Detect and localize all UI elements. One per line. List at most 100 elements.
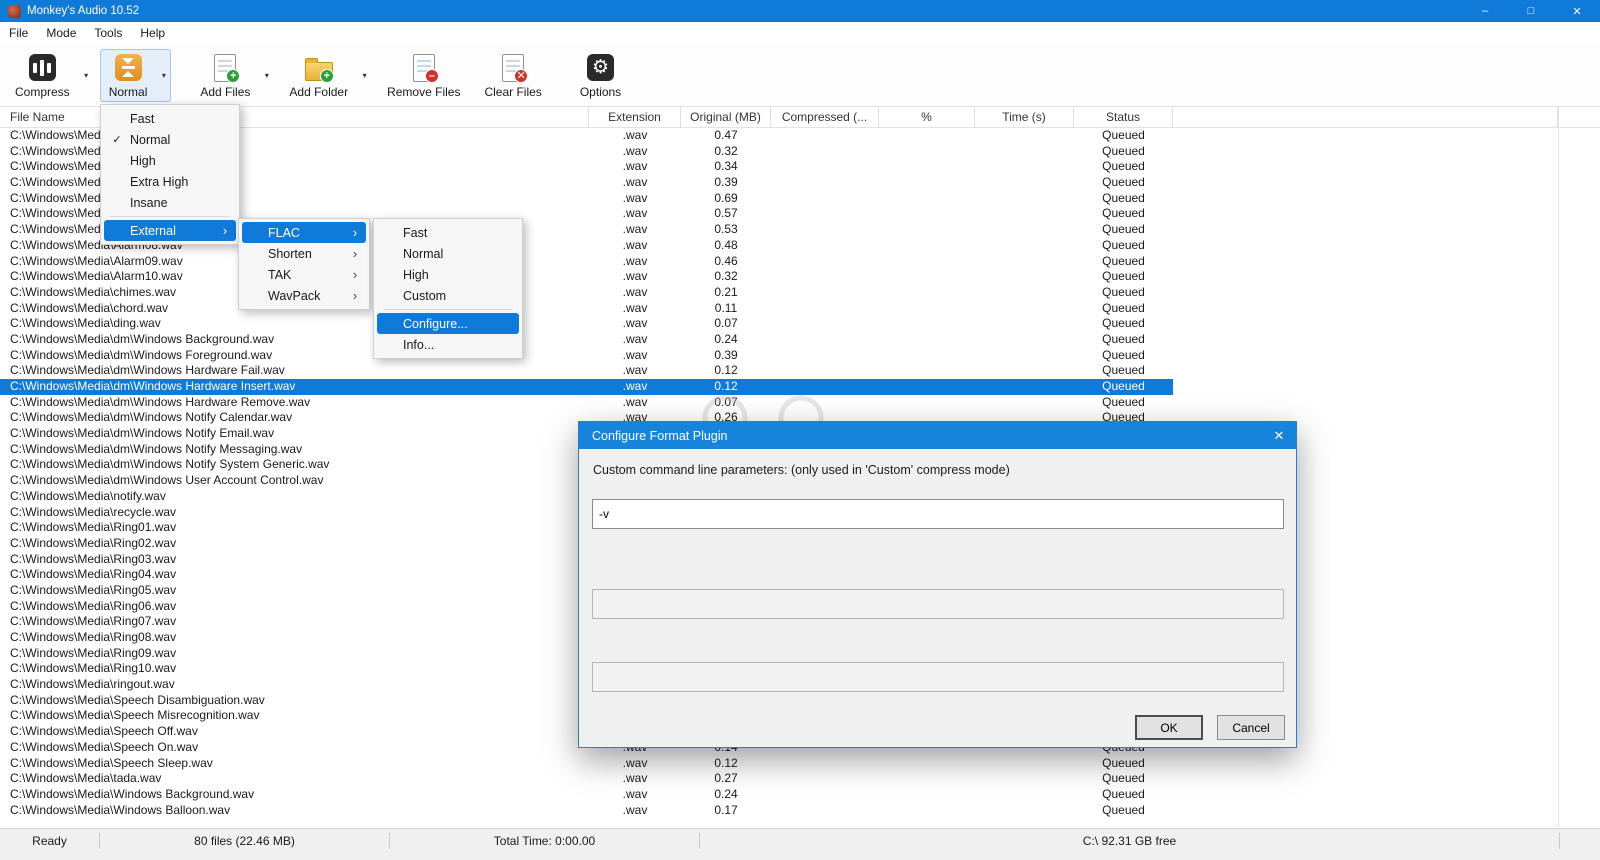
cell-percent [879,301,975,317]
cell-filler [1173,175,1558,191]
cell-percent [879,787,975,803]
cell-filler-end [1558,708,1600,724]
cell-percent [879,238,975,254]
flac-submenu: Fast Normal High Custom Configure... Info... [373,218,523,359]
cell-extension: .wav [622,755,648,770]
menu-item-high[interactable]: High [104,150,236,171]
cell-file-name: C:\Windows\Media\Alarm03.wav [10,159,183,174]
table-row[interactable]: C:\Windows\Media\Windows Balloon.wav .wav… [0,803,1600,819]
menubar-item-file[interactable]: File [0,22,37,44]
menu-item-normal[interactable]: ✓ Normal [104,129,236,150]
menu-item-high[interactable]: High [377,264,519,285]
column-header-original-mb[interactable]: Original (MB) [681,107,771,127]
table-row[interactable]: C:\Windows\Media\Alarm01.wav .wav 0.47 Queu… [0,128,1600,144]
menu-item-fast[interactable]: Fast [377,222,519,243]
cell-file-name: C:\Windows\Media\Ring07.wav [10,614,177,629]
dialog-instruction-label: Custom command line parameters: (only us… [593,463,1010,477]
dialog-titlebar[interactable]: Configure Format Plugin ✕ [579,422,1296,449]
table-row[interactable]: C:\Windows\Media\Alarm04.wav .wav 0.39 Queu… [0,175,1600,191]
toolbar-button-normal[interactable]: Normal [100,49,157,102]
column-header-compressed[interactable]: Compressed (... [771,107,879,127]
cell-extension: .wav [622,347,648,362]
cell-compressed [771,191,879,207]
column-header-extension[interactable]: Extension [589,107,681,127]
cell-time [975,144,1074,160]
menubar-item-mode[interactable]: Mode [37,22,85,44]
menu-item-tak[interactable]: TAK › [242,264,366,285]
parameters-input-2[interactable] [592,589,1284,619]
minimize-button[interactable]: – [1462,0,1508,22]
dialog-close-icon[interactable]: ✕ [1262,428,1296,444]
column-header-time-s[interactable]: Time (s) [975,107,1074,127]
menu-item-fast[interactable]: Fast [104,108,236,129]
cell-filler [1173,316,1558,332]
table-row[interactable]: C:\Windows\Media\Speech Sleep.wav .wav 0.1… [0,756,1600,772]
column-header-file-name[interactable]: File Name [0,107,589,127]
cell-compressed [771,787,879,803]
toolbar-button-remove-files[interactable]: – Remove Files [378,49,469,102]
table-row[interactable]: C:\Windows\Media\Alarm03.wav .wav 0.34 Queu… [0,159,1600,175]
column-header-item[interactable]: % [879,107,975,127]
cell-file-name: C:\Windows\Media\Alarm05.wav [10,190,183,205]
close-button[interactable]: ✕ [1554,0,1600,22]
toolbar-dropdown-arrow-icon[interactable]: ▾ [156,49,171,102]
toolbar-button-options[interactable]: ⚙ Options [571,49,630,102]
menu-item-flac[interactable]: FLAC › [242,222,366,243]
menu-item-label: Info... [403,337,435,352]
menu-item-label: Normal [403,246,444,261]
table-row[interactable]: C:\Windows\Media\ding.wav .wav 0.07 Queued [0,316,1600,332]
cell-time [975,756,1074,772]
cell-extension: .wav [622,300,648,315]
menu-item-custom[interactable]: Custom [377,285,519,306]
cell-percent [879,222,975,238]
cell-file-name: C:\Windows\Media\dm\Windows Notify Syste… [10,457,330,472]
cell-file-name: C:\Windows\Media\Speech Misrecognition.w… [10,708,260,723]
toolbar-dropdown-arrow-icon[interactable]: ▾ [259,49,274,102]
table-row[interactable]: C:\Windows\Media\tada.wav .wav 0.27 Queued [0,771,1600,787]
menu-item-shorten[interactable]: Shorten › [242,243,366,264]
column-header-status[interactable]: Status [1074,107,1173,127]
table-row[interactable]: C:\Windows\Media\dm\Windows Foreground.w… [0,348,1600,364]
toolbar-dropdown-arrow-icon[interactable]: ▾ [357,49,372,102]
menu-item-configure[interactable]: Configure... [377,313,519,334]
statusbar-filler [1560,833,1600,849]
toolbar-button-compress[interactable]: Compress [6,49,79,102]
cell-original-mb: 0.39 [714,347,738,362]
toolbar-button-add-files[interactable]: + Add Files [191,49,259,102]
custom-parameters-input[interactable] [592,499,1284,529]
menu-item-extra-high[interactable]: Extra High [104,171,236,192]
toolbar-button-add-folder[interactable]: + Add Folder [280,49,357,102]
cell-original-mb: 0.48 [714,237,738,252]
cell-original-mb: 0.57 [714,206,738,221]
menu-item-wavpack[interactable]: WavPack › [242,285,366,306]
menubar-item-help[interactable]: Help [131,22,174,44]
menu-item-external[interactable]: External › [104,220,236,241]
cancel-button[interactable]: Cancel [1217,715,1285,740]
maximize-button[interactable]: □ [1508,0,1554,22]
cell-extension: .wav [622,222,648,237]
table-row[interactable]: C:\Windows\Media\Alarm05.wav .wav 0.69 Queu… [0,191,1600,207]
menubar-item-tools[interactable]: Tools [85,22,131,44]
menu-item-insane[interactable]: Insane [104,192,236,213]
cell-filler-end [1558,332,1600,348]
cell-percent [879,159,975,175]
parameters-input-3[interactable] [592,662,1284,692]
cell-filler-end [1558,771,1600,787]
cell-compressed [771,128,879,144]
table-row[interactable]: C:\Windows\Media\dm\Windows Hardware Rem… [0,395,1600,411]
menu-item-normal[interactable]: Normal [377,243,519,264]
table-row[interactable]: C:\Windows\Media\dm\Windows Hardware Fai… [0,363,1600,379]
cell-percent [879,803,975,819]
toolbar-dropdown-arrow-icon[interactable]: ▾ [79,49,94,102]
cell-extension: .wav [622,206,648,221]
menu-item-label: Fast [130,111,155,126]
table-row[interactable]: C:\Windows\Media\Alarm02.wav .wav 0.32 Queu… [0,144,1600,160]
table-row[interactable]: C:\Windows\Media\dm\Windows Background.w… [0,332,1600,348]
cell-extension: .wav [622,786,648,801]
toolbar-button-clear-files[interactable]: ✕ Clear Files [475,49,550,102]
menu-item-info[interactable]: Info... [377,334,519,355]
table-row-selected[interactable]: C:\Windows\Media\dm\Windows Hardware Ins… [0,379,1600,395]
column-header-item[interactable] [1173,107,1558,127]
table-row[interactable]: C:\Windows\Media\Windows Background.wav.… [0,787,1600,803]
ok-button[interactable]: OK [1135,715,1203,740]
